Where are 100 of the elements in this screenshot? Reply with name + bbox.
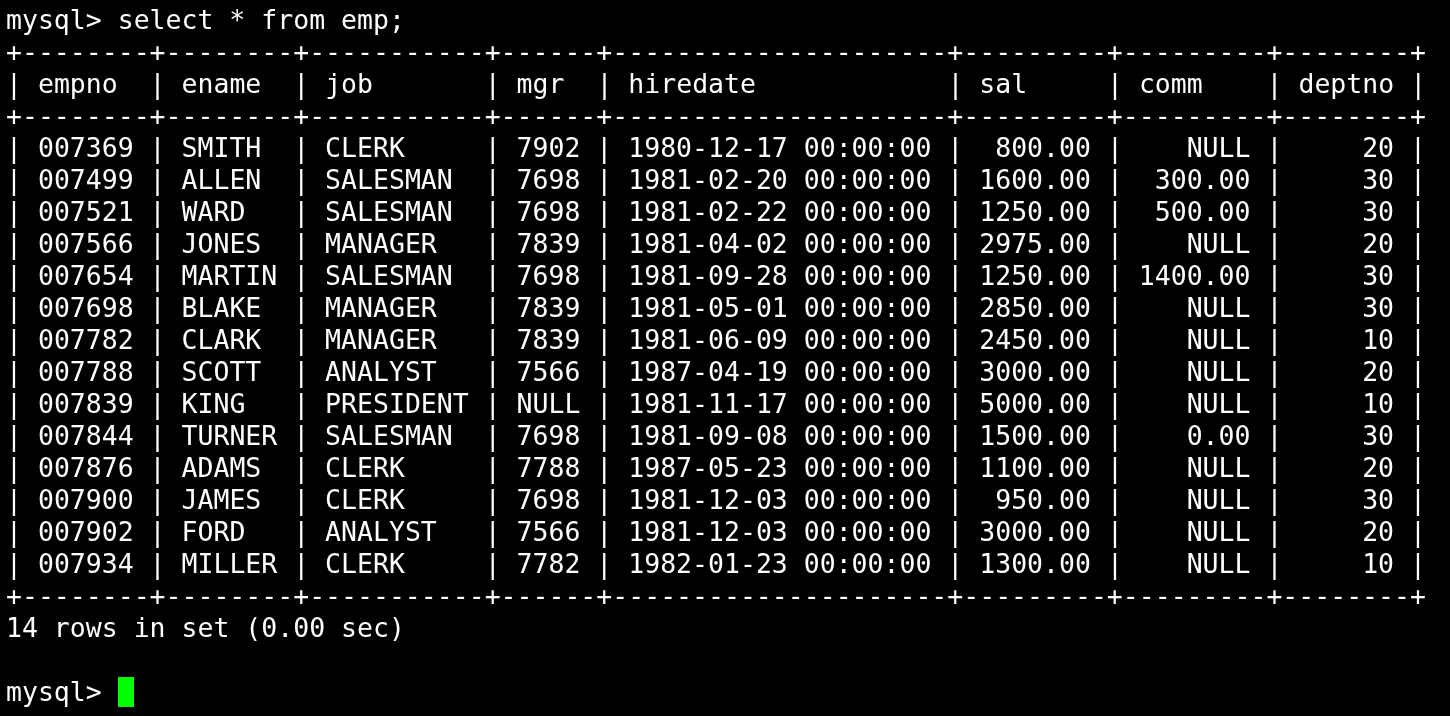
table-cell: 007521: [37, 196, 134, 228]
column-separator: |: [947, 164, 964, 196]
column-separator: |: [6, 324, 22, 356]
column-separator: |: [293, 388, 310, 420]
column-separator: |: [947, 260, 964, 292]
column-separator: |: [947, 516, 964, 548]
table-cell: SALESMAN: [325, 260, 453, 292]
table-cell: 7698: [516, 164, 581, 196]
table-cell: 0.00: [1186, 420, 1251, 452]
shell-prompt: mysql>: [6, 676, 102, 708]
command-text: select * from emp;: [117, 4, 405, 36]
table-cell: 1981-02-22 00:00:00: [628, 196, 932, 228]
column-header: ename: [181, 68, 262, 100]
column-separator: |: [484, 196, 501, 228]
table-cell: ANALYST: [325, 356, 437, 388]
column-separator: |: [1410, 228, 1426, 260]
column-separator: |: [293, 164, 310, 196]
table-cell: MILLER: [181, 548, 278, 580]
column-separator: |: [6, 164, 22, 196]
column-separator: |: [596, 324, 613, 356]
table-cell: ADAMS: [181, 452, 262, 484]
column-separator: |: [1106, 292, 1123, 324]
column-separator: |: [1410, 388, 1426, 420]
column-separator: |: [1266, 324, 1283, 356]
table-cell: 7839: [516, 324, 581, 356]
table-cell: SALESMAN: [325, 164, 453, 196]
column-separator: |: [1410, 548, 1426, 580]
column-separator: |: [596, 132, 613, 164]
table-cell: 1981-11-17 00:00:00: [628, 388, 932, 420]
table-cell: BLAKE: [181, 292, 262, 324]
table-cell: 007782: [37, 324, 134, 356]
table-cell: 20: [1362, 516, 1395, 548]
column-separator: |: [947, 452, 964, 484]
table-cell: 007566: [37, 228, 134, 260]
column-separator: |: [484, 356, 501, 388]
column-header: deptno: [1298, 68, 1395, 100]
column-separator: |: [1266, 548, 1283, 580]
column-separator: |: [947, 324, 964, 356]
column-separator: |: [149, 292, 166, 324]
column-separator: |: [6, 388, 22, 420]
table-cell: KING: [181, 388, 246, 420]
table-cell: 007698: [37, 292, 134, 324]
column-separator: |: [1266, 292, 1283, 324]
column-separator: |: [1410, 164, 1426, 196]
column-header: sal: [979, 68, 1028, 100]
column-separator: |: [149, 484, 166, 516]
table-cell: CLERK: [325, 132, 405, 164]
column-separator: |: [947, 68, 964, 100]
table-cell: 950.00: [995, 484, 1091, 516]
table-cell: NULL: [516, 388, 581, 420]
column-header: empno: [37, 68, 118, 100]
column-separator: |: [947, 132, 964, 164]
table-cell: JONES: [181, 228, 262, 260]
table-cell: TURNER: [181, 420, 278, 452]
column-separator: |: [1106, 68, 1123, 100]
column-separator: |: [6, 68, 22, 100]
column-separator: |: [6, 260, 22, 292]
column-separator: |: [293, 420, 310, 452]
table-cell: 1500.00: [979, 420, 1091, 452]
column-separator: |: [1266, 196, 1283, 228]
column-separator: |: [1106, 228, 1123, 260]
column-separator: |: [6, 516, 22, 548]
column-separator: |: [6, 132, 22, 164]
table-cell: MANAGER: [325, 228, 437, 260]
column-separator: |: [484, 292, 501, 324]
column-separator: |: [6, 228, 22, 260]
table-cell: 1981-05-01 00:00:00: [628, 292, 932, 324]
column-separator: |: [1266, 356, 1283, 388]
column-separator: |: [293, 68, 310, 100]
column-separator: |: [149, 516, 166, 548]
column-separator: |: [596, 260, 613, 292]
column-separator: |: [293, 324, 310, 356]
table-cell: SALESMAN: [325, 420, 453, 452]
table-cell: 5000.00: [979, 388, 1091, 420]
column-separator: |: [484, 548, 501, 580]
column-separator: |: [947, 388, 964, 420]
table-cell: SALESMAN: [325, 196, 453, 228]
table-cell: 007654: [37, 260, 134, 292]
table-cell: 1981-12-03 00:00:00: [628, 516, 932, 548]
table-cell: 2850.00: [979, 292, 1091, 324]
table-cell: NULL: [1186, 356, 1251, 388]
table-cell: 7788: [516, 452, 581, 484]
table-cell: 30: [1362, 292, 1395, 324]
column-separator: |: [149, 196, 166, 228]
column-separator: |: [596, 452, 613, 484]
table-cell: 1987-04-19 00:00:00: [628, 356, 932, 388]
column-separator: |: [1106, 196, 1123, 228]
column-separator: |: [947, 228, 964, 260]
column-header: hiredate: [628, 68, 756, 100]
table-cell: 1400.00: [1138, 260, 1251, 292]
table-cell: 1250.00: [979, 196, 1091, 228]
column-separator: |: [1106, 388, 1123, 420]
table-cell: NULL: [1186, 452, 1251, 484]
column-separator: |: [596, 484, 613, 516]
table-cell: 2450.00: [979, 324, 1091, 356]
column-separator: |: [1410, 420, 1426, 452]
column-separator: |: [1410, 484, 1426, 516]
table-cell: 800.00: [995, 132, 1091, 164]
table-cell: 1982-01-23 00:00:00: [628, 548, 932, 580]
column-separator: |: [596, 164, 613, 196]
